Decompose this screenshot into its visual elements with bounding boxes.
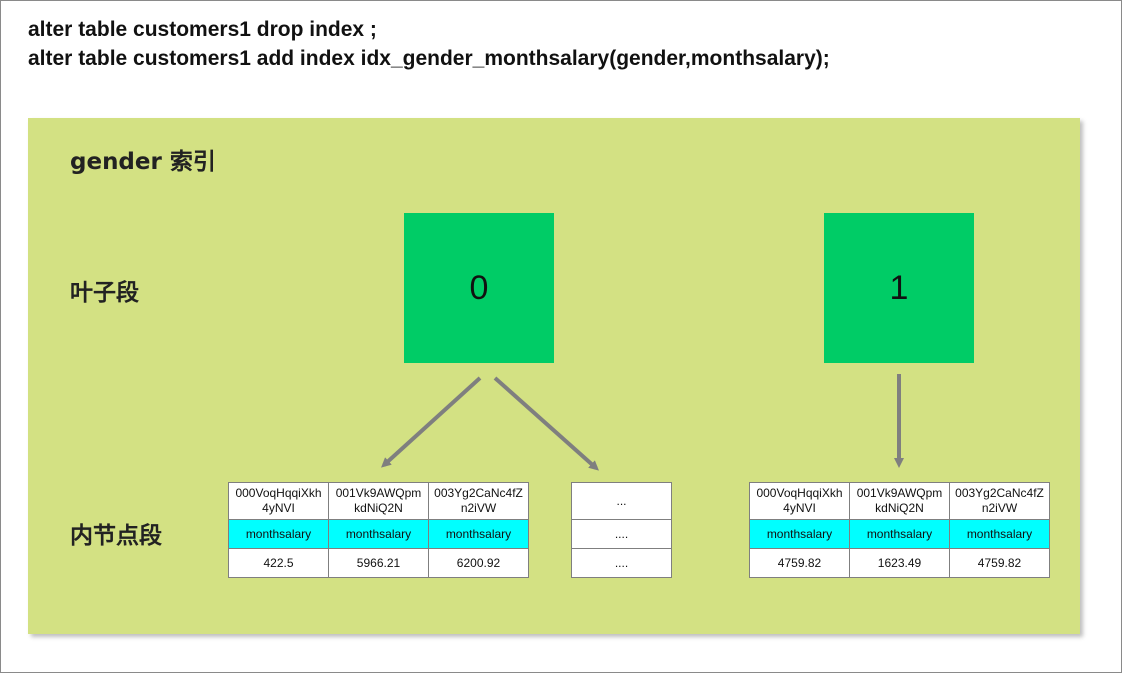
internal-node-left: 000VoqHqqiXkh 4yNVI 001Vk9AWQpm kdNiQ2N 00… [228, 482, 529, 578]
key-cell: 003Yg2CaNc4fZ n2iVW [428, 482, 529, 520]
key-cell: 003Yg2CaNc4fZ n2iVW [949, 482, 1050, 520]
value-cell: 4759.82 [749, 548, 850, 578]
value-cell: 6200.92 [428, 548, 529, 578]
arrow-leaf0-to-ellipsis-node [493, 376, 599, 471]
ellipsis-cell: ... [571, 482, 672, 520]
value-cell: 4759.82 [949, 548, 1050, 578]
value-cell: 422.5 [228, 548, 329, 578]
field-cell: monthsalary [849, 519, 950, 549]
ellipsis-cell: .... [571, 519, 672, 549]
internal-node-ellipsis: ... .... .... [571, 482, 672, 578]
key-cell: 001Vk9AWQpm kdNiQ2N [328, 482, 429, 520]
field-cell: monthsalary [328, 519, 429, 549]
field-cell: monthsalary [228, 519, 329, 549]
key-cell: 000VoqHqqiXkh 4yNVI [228, 482, 329, 520]
value-cell: 1623.49 [849, 548, 950, 578]
key-cell: 001Vk9AWQpm kdNiQ2N [849, 482, 950, 520]
arrow-leaf0-to-left-node [381, 376, 482, 468]
value-cell: 5966.21 [328, 548, 429, 578]
ellipsis-cell: .... [571, 548, 672, 578]
field-cell: monthsalary [749, 519, 850, 549]
internal-node-right: 000VoqHqqiXkh 4yNVI 001Vk9AWQpm kdNiQ2N 00… [749, 482, 1050, 578]
field-cell: monthsalary [949, 519, 1050, 549]
field-cell: monthsalary [428, 519, 529, 549]
key-cell: 000VoqHqqiXkh 4yNVI [749, 482, 850, 520]
